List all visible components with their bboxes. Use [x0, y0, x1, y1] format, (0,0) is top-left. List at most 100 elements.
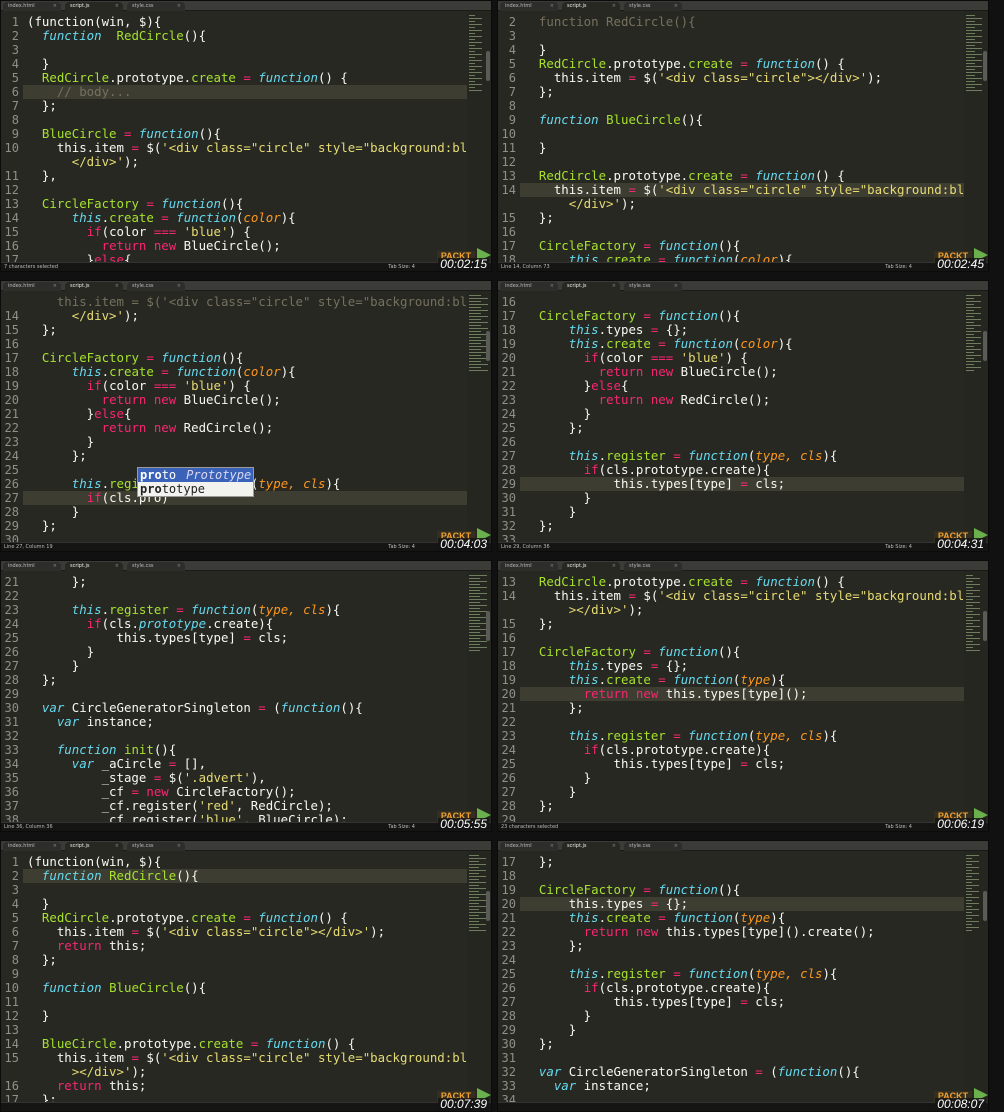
- close-icon[interactable]: ×: [612, 2, 616, 11]
- code-token: function: [176, 210, 236, 225]
- close-icon[interactable]: ×: [550, 282, 554, 291]
- autocomplete-item[interactable]: prototype: [138, 482, 253, 496]
- close-icon[interactable]: ×: [674, 2, 678, 11]
- code-area[interactable]: 2 function RedCircle(){3 4 } 5 RedCircle.p…: [498, 11, 964, 264]
- tab-index-html[interactable]: index.html ×: [3, 2, 61, 11]
- line-number: 10: [4, 141, 19, 155]
- code-area[interactable]: 13 RedCircle.prototype.create = function…: [498, 571, 964, 824]
- minimap[interactable]: [964, 851, 988, 1104]
- close-icon[interactable]: ×: [612, 562, 616, 571]
- tab-index-html[interactable]: index.html ×: [3, 842, 61, 851]
- tab-index-html[interactable]: index.html ×: [500, 282, 558, 291]
- close-icon[interactable]: ×: [674, 562, 678, 571]
- close-icon[interactable]: ×: [115, 842, 119, 851]
- code-token: cls;: [747, 994, 786, 1009]
- code-token: {};: [658, 896, 689, 911]
- tab-style-css[interactable]: style.css ×: [127, 562, 185, 571]
- scrollbar-thumb[interactable]: [486, 331, 490, 361]
- close-icon[interactable]: ×: [53, 282, 57, 291]
- tab-index-html[interactable]: index.html ×: [3, 282, 61, 291]
- status-tab-size[interactable]: Tab Size: 4: [885, 823, 912, 831]
- close-icon[interactable]: ×: [177, 562, 181, 571]
- close-icon[interactable]: ×: [177, 842, 181, 851]
- status-tab-size[interactable]: Tab Size: 4: [388, 543, 415, 551]
- minimap[interactable]: [964, 11, 988, 264]
- tab-label: index.html: [8, 563, 35, 569]
- close-icon[interactable]: ×: [674, 282, 678, 291]
- tab-style-css[interactable]: style.css ×: [127, 842, 185, 851]
- code-line: RedCircle.prototype.create = function() …: [524, 575, 845, 589]
- status-bar: Line 36, Column 36 Tab Size: 4: [1, 822, 491, 831]
- code-area[interactable]: 1 (function(win, $){2 function RedCircle(…: [1, 11, 467, 264]
- close-icon[interactable]: ×: [115, 282, 119, 291]
- tab-index-html[interactable]: index.html ×: [3, 562, 61, 571]
- status-tab-size[interactable]: Tab Size: 4: [885, 543, 912, 551]
- close-icon[interactable]: ×: [115, 562, 119, 571]
- tab-bar: index.html × script.js × style.css ×: [498, 281, 988, 291]
- scrollbar-thumb[interactable]: [486, 891, 490, 921]
- code-area[interactable]: 16 17 CircleFactory = function(){18 this.…: [498, 291, 964, 544]
- code-token: if: [86, 490, 102, 505]
- scrollbar-thumb[interactable]: [486, 611, 490, 641]
- close-icon[interactable]: ×: [550, 842, 554, 851]
- tab-label: style.css: [629, 563, 651, 569]
- tab-script-js[interactable]: script.js ×: [65, 842, 123, 851]
- close-icon[interactable]: ×: [674, 842, 678, 851]
- tab-script-js[interactable]: script.js ×: [65, 2, 123, 11]
- scrollbar-thumb[interactable]: [486, 51, 490, 81]
- code-area[interactable]: this.item = $('<div class="circle" style…: [1, 291, 467, 544]
- tab-script-js[interactable]: script.js ×: [562, 842, 620, 851]
- scrollbar-thumb[interactable]: [983, 51, 987, 81]
- close-icon[interactable]: ×: [550, 2, 554, 11]
- status-tab-size[interactable]: Tab Size: 4: [388, 263, 415, 271]
- minimap[interactable]: [467, 11, 491, 264]
- minimap[interactable]: [964, 291, 988, 544]
- minimap[interactable]: [964, 571, 988, 824]
- autocomplete-popup[interactable]: proto Prototype prototype: [137, 467, 254, 497]
- scrollbar-thumb[interactable]: [983, 611, 987, 641]
- tab-script-js[interactable]: script.js ×: [65, 562, 123, 571]
- status-tab-size[interactable]: Tab Size: 4: [388, 823, 415, 831]
- scrollbar-thumb[interactable]: [983, 891, 987, 921]
- minimap-line: [966, 75, 975, 76]
- code-area[interactable]: 1 (function(win, $){2 function RedCircle(…: [1, 851, 467, 1104]
- close-icon[interactable]: ×: [612, 282, 616, 291]
- close-icon[interactable]: ×: [550, 562, 554, 571]
- line-number: 22: [501, 715, 516, 729]
- tab-script-js[interactable]: script.js ×: [65, 282, 123, 291]
- code-token: $(: [635, 588, 659, 603]
- minimap[interactable]: [467, 851, 491, 1104]
- autocomplete-item[interactable]: proto Prototype: [138, 468, 253, 482]
- tab-style-css[interactable]: style.css ×: [127, 282, 185, 291]
- tab-style-css[interactable]: style.css ×: [624, 562, 682, 571]
- code-area[interactable]: 17 }; 18 19 CircleFactory = function(){20 …: [498, 851, 964, 1104]
- minimap[interactable]: [467, 571, 491, 824]
- minimap-line: [469, 927, 479, 928]
- tab-index-html[interactable]: index.html ×: [500, 562, 558, 571]
- code-line: this.item = $('<div class="circle" style…: [524, 589, 964, 603]
- minimap-line: [966, 855, 979, 856]
- minimap[interactable]: [467, 291, 491, 544]
- scrollbar-thumb[interactable]: [983, 331, 987, 361]
- status-tab-size[interactable]: Tab Size: 4: [885, 263, 912, 271]
- close-icon[interactable]: ×: [612, 842, 616, 851]
- close-icon[interactable]: ×: [53, 2, 57, 11]
- tab-script-js[interactable]: script.js ×: [562, 282, 620, 291]
- code-line: this.item = $('<div class="circle" style…: [27, 141, 467, 155]
- tab-index-html[interactable]: index.html ×: [500, 2, 558, 11]
- close-icon[interactable]: ×: [177, 2, 181, 11]
- code-area[interactable]: 21 }; 22 23 this.register = function(type,…: [1, 571, 467, 825]
- tab-style-css[interactable]: style.css ×: [624, 842, 682, 851]
- close-icon[interactable]: ×: [115, 2, 119, 11]
- close-icon[interactable]: ×: [177, 282, 181, 291]
- tab-style-css[interactable]: style.css ×: [624, 2, 682, 11]
- close-icon[interactable]: ×: [53, 842, 57, 851]
- tab-index-html[interactable]: index.html ×: [500, 842, 558, 851]
- tab-script-js[interactable]: script.js ×: [562, 562, 620, 571]
- tab-style-css[interactable]: style.css ×: [127, 2, 185, 11]
- tab-script-js[interactable]: script.js ×: [562, 2, 620, 11]
- close-icon[interactable]: ×: [53, 562, 57, 571]
- tab-style-css[interactable]: style.css ×: [624, 282, 682, 291]
